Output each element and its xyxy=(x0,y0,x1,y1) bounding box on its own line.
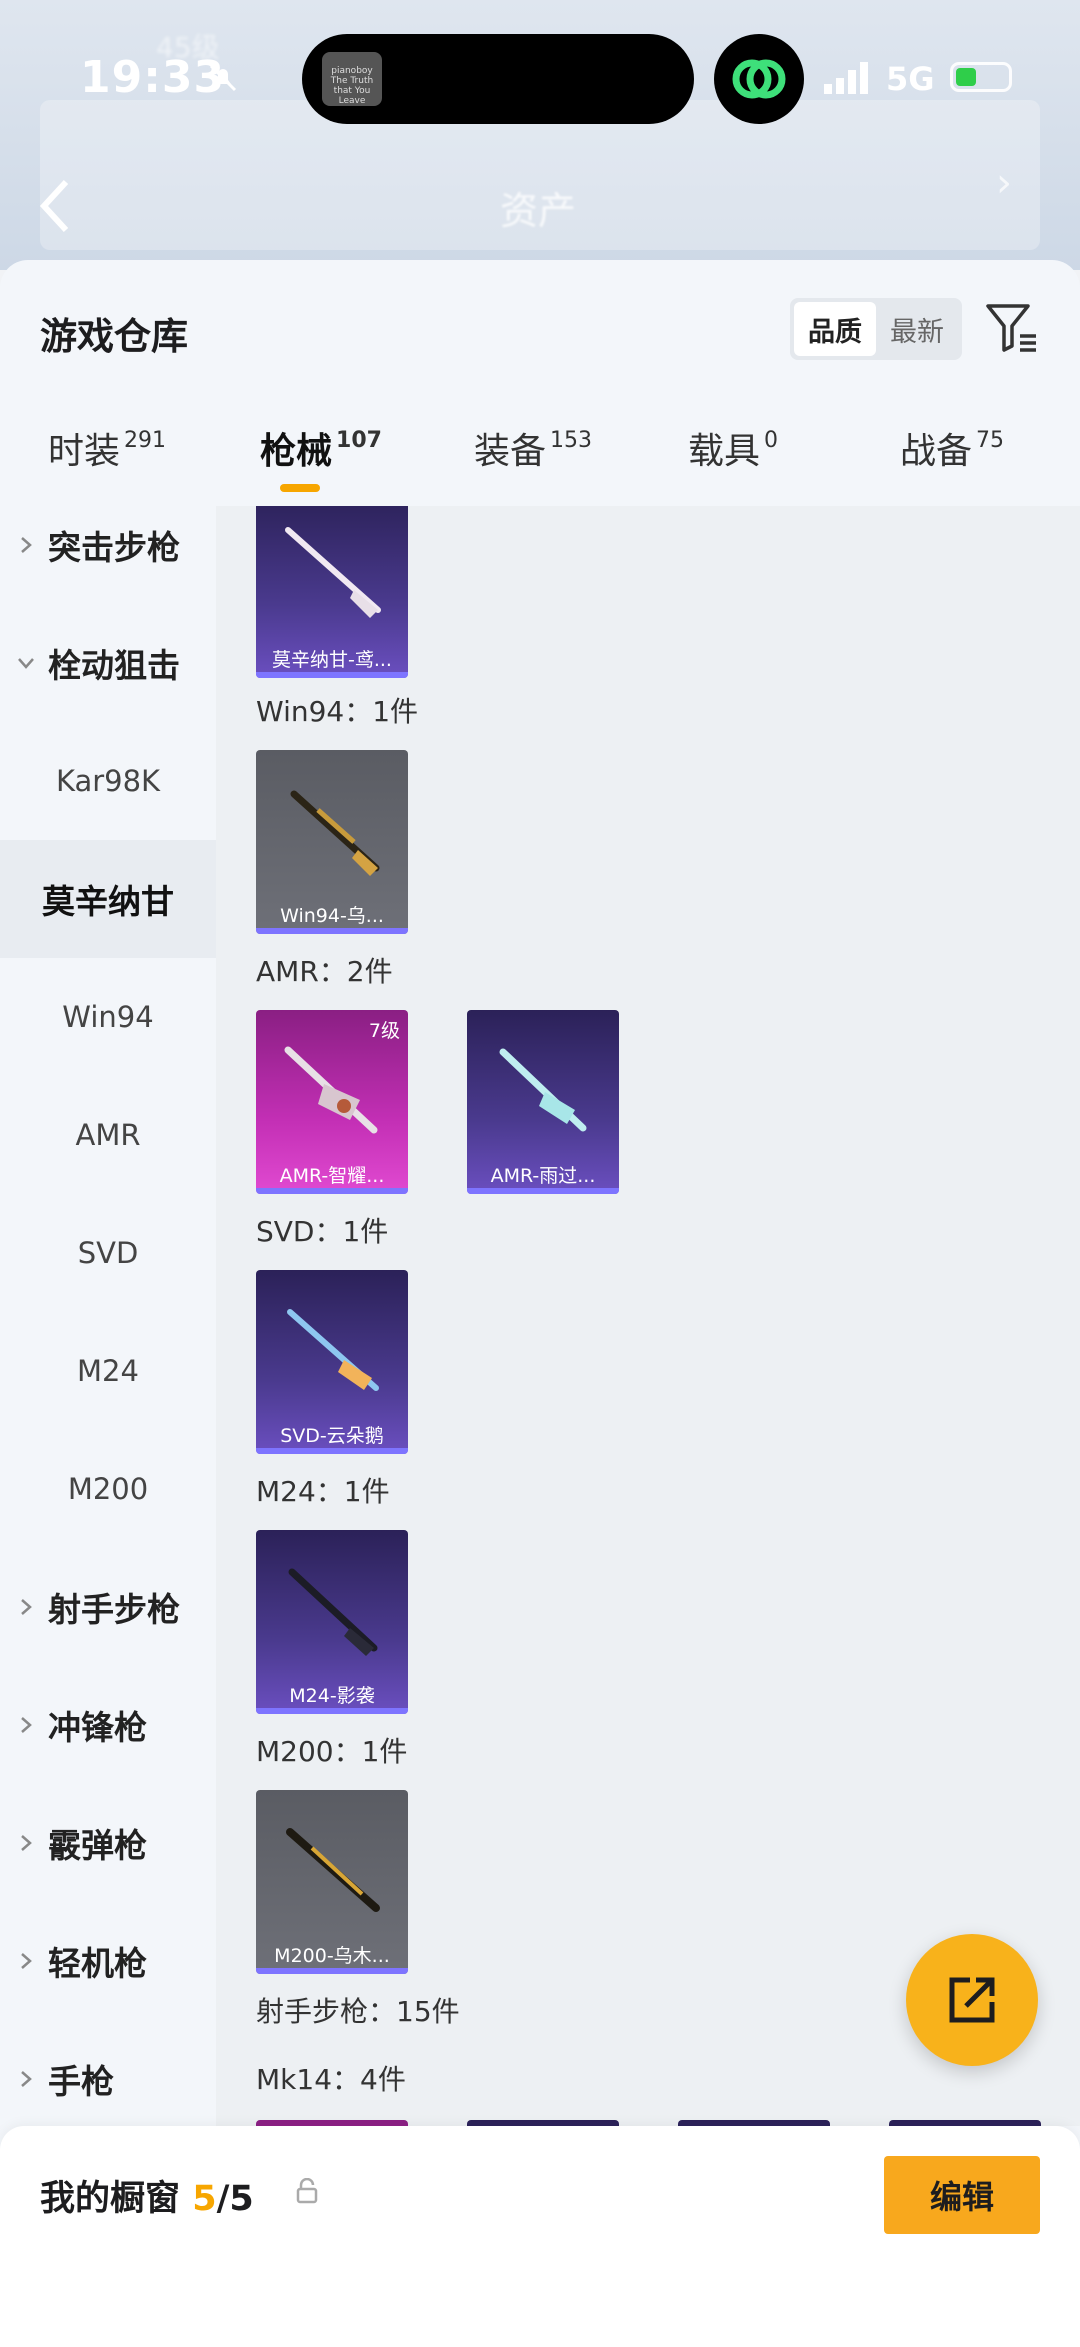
rarity-bar xyxy=(256,1968,408,1974)
external-link-icon xyxy=(949,1977,995,2023)
chevron-right-icon xyxy=(21,1599,32,1615)
subnav-svd[interactable]: SVD xyxy=(0,1194,216,1312)
subnav-kar98k[interactable]: Kar98K xyxy=(0,722,216,840)
group-label: M24：1件 xyxy=(256,1475,390,1508)
rifle-icon xyxy=(287,1309,379,1391)
showcase-count: 5/5 xyxy=(192,2179,254,2219)
skin-card[interactable]: Win94-乌... xyxy=(256,750,408,934)
subnav-mosin[interactable]: 莫辛纳甘 xyxy=(0,840,216,958)
dynamic-island: pianoboy The Truth that You Leave xyxy=(302,34,694,124)
skin-card[interactable]: AMR-雨过... xyxy=(467,1010,619,1194)
top-header: 45级 19:33 pianoboy The Truth that You Le… xyxy=(0,0,1080,270)
subnav-assault-rifle[interactable]: 突击步枪 xyxy=(0,486,216,604)
skin-name: AMR-智耀... xyxy=(279,1165,385,1187)
skin-card[interactable]: SVD-云朵鹅 xyxy=(256,1270,408,1454)
chevron-right-icon xyxy=(21,2071,32,2087)
chevron-right-icon xyxy=(21,537,32,553)
rifle-icon xyxy=(290,790,380,876)
status-bar: 19:33 pianoboy The Truth that You Leave … xyxy=(0,0,1080,160)
island-app-icon xyxy=(714,34,804,124)
skin-card[interactable]: 7级 AMR-智耀... xyxy=(256,1010,408,1194)
group-label: SVD：1件 xyxy=(256,1215,389,1248)
group-label: Mk14：4件 xyxy=(256,2063,406,2096)
skin-card[interactable]: 莫辛纳甘-鸢... xyxy=(256,506,408,678)
showcase-bar: 我的橱窗 5/5 编辑 xyxy=(0,2126,1080,2347)
weapon-subnav: 突击步枪 栓动狙击 Kar98K 莫辛纳甘 Win94 AMR SVD M24 … xyxy=(0,506,216,2126)
tab-vehicles[interactable]: 载具 0 xyxy=(688,422,778,474)
tab-fashion[interactable]: 时装 291 xyxy=(48,422,166,474)
group-label: M200：1件 xyxy=(256,1735,408,1768)
subnav-bolt-sniper[interactable]: 栓动狙击 xyxy=(0,604,216,722)
rarity-bar xyxy=(256,1708,408,1714)
subnav-marksman-rifle[interactable]: 射手步枪 xyxy=(0,1548,216,1666)
group-label: Win94：1件 xyxy=(256,695,419,728)
rifle-icon xyxy=(288,1568,378,1656)
subnav-lmg[interactable]: 轻机枪 xyxy=(0,1902,216,2020)
assets-title: 资产 xyxy=(500,189,577,233)
sort-toggle: 品质 最新 xyxy=(790,298,962,360)
filter-icon[interactable] xyxy=(984,300,1040,356)
share-button[interactable] xyxy=(906,1934,1038,2066)
tab-supplies[interactable]: 战备 75 xyxy=(900,422,1004,474)
chevron-right-icon[interactable]: › xyxy=(996,160,1012,206)
rifle-icon xyxy=(499,1048,587,1132)
sort-newest-button[interactable]: 最新 xyxy=(876,302,958,356)
signal-icon xyxy=(824,62,868,94)
edit-button[interactable]: 编辑 xyxy=(884,2156,1040,2234)
back-arrow-icon[interactable] xyxy=(36,176,76,236)
page-title: 游戏仓库 xyxy=(40,315,188,358)
subnav-pistol[interactable]: 手枪 xyxy=(0,2020,216,2138)
tab-guns[interactable]: 枪械 107 xyxy=(260,422,382,474)
section-label: 射手步枪：15件 xyxy=(256,1995,460,2028)
network-type: 5G xyxy=(886,60,935,98)
rarity-bar xyxy=(256,928,408,934)
rarity-bar xyxy=(467,1188,619,1194)
mute-bell-icon xyxy=(209,64,237,92)
skin-name: SVD-云朵鹅 xyxy=(280,1425,384,1447)
skin-name: Win94-乌... xyxy=(280,905,384,927)
lock-icon xyxy=(296,2178,318,2204)
chevron-right-icon xyxy=(21,1835,32,1851)
skin-card[interactable]: M24-影袭 xyxy=(256,1530,408,1714)
skin-name: M200-乌木... xyxy=(274,1945,390,1967)
subnav-shotgun[interactable]: 霰弹枪 xyxy=(0,1784,216,1902)
showcase-title: 我的橱窗 5/5 xyxy=(40,2179,254,2219)
skin-card[interactable]: M200-乌木... xyxy=(256,1790,408,1974)
chevron-down-icon xyxy=(18,658,34,669)
battery-icon xyxy=(950,62,1012,92)
rifle-icon xyxy=(285,527,381,618)
group-label: AMR：2件 xyxy=(256,955,393,988)
rarity-bar xyxy=(256,672,408,678)
status-time: 19:33 xyxy=(80,52,226,103)
active-tab-indicator xyxy=(280,484,320,492)
rarity-bar xyxy=(256,1188,408,1194)
rifle-icon xyxy=(284,1046,378,1134)
chevron-right-icon xyxy=(21,1953,32,1969)
subnav-m24[interactable]: M24 xyxy=(0,1312,216,1430)
skin-name: 莫辛纳甘-鸢... xyxy=(272,649,392,671)
skin-name: M24-影袭 xyxy=(289,1685,375,1707)
chevron-right-icon xyxy=(21,1717,32,1733)
skin-name: AMR-雨过... xyxy=(490,1165,596,1187)
music-thumbnail: pianoboy The Truth that You Leave xyxy=(322,52,382,106)
sort-quality-button[interactable]: 品质 xyxy=(794,302,876,356)
subnav-amr[interactable]: AMR xyxy=(0,1076,216,1194)
rifle-icon xyxy=(286,1828,380,1912)
rarity-bar xyxy=(256,1448,408,1454)
subnav-win94[interactable]: Win94 xyxy=(0,958,216,1076)
weapon-skin-list: 莫辛纳甘-鸢... Win94：1件 Win94-乌... AMR：2件 7级 … xyxy=(216,506,1080,2126)
tab-equipment[interactable]: 装备 153 xyxy=(474,422,592,474)
subnav-m200[interactable]: M200 xyxy=(0,1430,216,1548)
subnav-smg[interactable]: 冲锋枪 xyxy=(0,1666,216,1784)
